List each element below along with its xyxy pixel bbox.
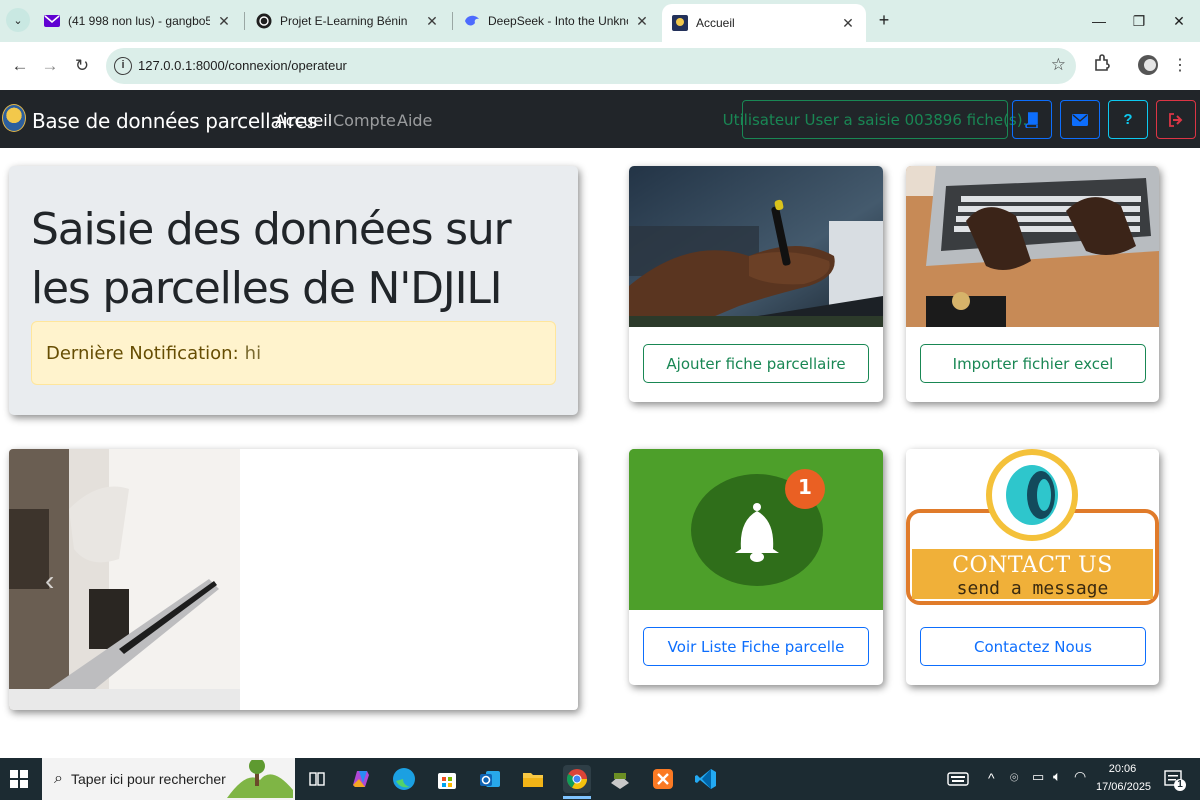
user-status-button[interactable]: Utilisateur User a saisie 003896 fiche(s…	[723, 100, 1027, 139]
copilot-icon[interactable]	[347, 765, 375, 793]
volume-icon[interactable]: 🔈︎	[1053, 768, 1061, 785]
wifi-icon[interactable]: ◠	[1074, 768, 1086, 785]
writing-hand-image	[629, 166, 883, 327]
xampp-icon[interactable]	[649, 765, 677, 793]
page-title: Saisie des données sur les parcelles de …	[31, 204, 512, 314]
url-text: 127.0.0.1:8000/connexion/operateur	[138, 58, 347, 73]
notification-label: Dernière Notification:	[46, 342, 239, 364]
help-button[interactable]: ?	[1108, 100, 1148, 139]
envelope-icon	[1072, 113, 1088, 126]
tab-title: (41 998 non lus) - gangbo5@ya	[68, 14, 210, 28]
nav-link-aide[interactable]: Aide	[397, 111, 432, 130]
chrome-icon[interactable]	[563, 765, 591, 793]
tab-title: Accueil	[696, 16, 735, 30]
card-list-parcels: 1 Voir Liste Fiche parcelle	[629, 449, 883, 685]
clock-date[interactable]: 17/06/2025	[1096, 781, 1151, 793]
nav-link-compte[interactable]: Compte	[333, 111, 396, 130]
browser-tab-elearning[interactable]: Projet E-Learning Bénin ✕	[246, 6, 450, 36]
tab-search-button[interactable]: ⌄	[6, 8, 30, 32]
notification-center-count: 1	[1177, 779, 1183, 790]
window-close-button[interactable]: ✕	[1164, 8, 1194, 34]
vscode-icon[interactable]	[692, 765, 720, 793]
task-view-icon[interactable]	[303, 765, 331, 793]
mail-icon	[44, 13, 60, 29]
notification-center-icon[interactable]: 1	[1160, 765, 1188, 793]
laptop-typing-image	[906, 166, 1159, 327]
close-icon[interactable]: ✕	[840, 15, 856, 32]
tab-title: Projet E-Learning Bénin	[280, 14, 408, 28]
browser-tab-accueil[interactable]: Accueil ✕	[662, 4, 866, 42]
contact-us-button[interactable]: Contactez Nous	[920, 627, 1146, 666]
nav-link-accueil[interactable]: Accueil	[275, 111, 332, 130]
keyboard-icon[interactable]	[944, 765, 972, 793]
taskbar-search-box[interactable]: ⌕ Taper ici pour rechercher	[42, 758, 295, 800]
windows-icon	[10, 770, 28, 788]
chrome-active-indicator	[563, 796, 591, 799]
notification-value: hi	[244, 342, 262, 364]
contact-image-line1: CONTACT US	[952, 553, 1113, 578]
new-tab-button[interactable]: +	[873, 9, 895, 31]
webcam-icon[interactable]: ⌾	[1010, 769, 1018, 786]
profile-avatar[interactable]	[1136, 54, 1160, 78]
edge-icon[interactable]	[390, 765, 418, 793]
close-icon[interactable]: ✕	[424, 13, 440, 30]
search-highlight-image	[227, 760, 293, 798]
forward-button[interactable]: →	[38, 54, 62, 78]
deepseek-icon	[464, 13, 480, 29]
start-button[interactable]	[10, 770, 30, 790]
search-icon: ⌕	[54, 770, 63, 787]
chevron-up-icon[interactable]: ^	[988, 770, 995, 786]
bookmark-star-icon[interactable]: ☆	[1051, 55, 1066, 75]
browser-tab-mail[interactable]: (41 998 non lus) - gangbo5@ya ✕	[34, 6, 242, 36]
address-bar[interactable]: i 127.0.0.1:8000/connexion/operateur ☆	[106, 48, 1076, 84]
close-icon[interactable]: ✕	[216, 13, 232, 30]
battery-icon[interactable]: ▭	[1032, 769, 1044, 785]
close-icon[interactable]: ✕	[634, 13, 650, 30]
card-import-excel: Importer fichier excel	[906, 166, 1159, 402]
office-laptop-image	[9, 449, 240, 710]
logout-button[interactable]	[1156, 100, 1196, 139]
restore-button[interactable]: ❐	[1124, 8, 1154, 34]
card-add-parcel: Ajouter fiche parcellaire	[629, 166, 883, 402]
book-icon	[1025, 111, 1038, 128]
extensions-icon[interactable]	[1090, 54, 1114, 78]
browser-tab-deepseek[interactable]: DeepSeek - Into the Unknown ✕	[454, 6, 660, 36]
github-icon	[256, 13, 272, 29]
notification-bell-image: 1	[629, 449, 883, 610]
hero-panel: Saisie des données sur les parcelles de …	[9, 166, 578, 415]
back-button[interactable]: ←	[8, 54, 32, 78]
reload-button[interactable]: ↻	[70, 54, 94, 78]
image-carousel: ‹	[9, 449, 578, 710]
clock-time[interactable]: 20:06	[1100, 763, 1145, 775]
mail-button[interactable]	[1060, 100, 1100, 139]
minimize-button[interactable]: —	[1084, 8, 1114, 34]
notification-count-badge: 1	[798, 475, 812, 499]
contact-us-image: CONTACT US send a message	[906, 449, 1159, 610]
import-excel-button[interactable]: Importer fichier excel	[920, 344, 1146, 383]
browser-menu-icon[interactable]: ⋮	[1168, 54, 1192, 78]
site-info-icon[interactable]: i	[114, 57, 132, 75]
site-icon	[672, 15, 688, 31]
contact-image-line2: send a message	[956, 578, 1109, 599]
file-explorer-icon[interactable]	[519, 765, 547, 793]
app-icon[interactable]	[606, 765, 634, 793]
tab-title: DeepSeek - Into the Unknown	[488, 14, 628, 28]
view-parcel-list-button[interactable]: Voir Liste Fiche parcelle	[643, 627, 869, 666]
question-icon: ?	[1123, 111, 1133, 128]
card-contact: CONTACT US send a message Contactez Nous	[906, 449, 1159, 685]
logout-icon	[1169, 112, 1183, 127]
add-parcel-button[interactable]: Ajouter fiche parcellaire	[643, 344, 869, 383]
outlook-icon[interactable]	[476, 765, 504, 793]
brand-logo	[2, 104, 26, 132]
store-icon[interactable]	[433, 765, 461, 793]
tab-separator	[452, 12, 453, 30]
book-button[interactable]	[1012, 100, 1052, 139]
tab-separator	[244, 12, 245, 30]
notification-alert: Dernière Notification: hi	[31, 321, 556, 385]
search-placeholder: Taper ici pour rechercher	[70, 771, 226, 787]
carousel-prev-icon[interactable]: ‹	[45, 565, 54, 597]
